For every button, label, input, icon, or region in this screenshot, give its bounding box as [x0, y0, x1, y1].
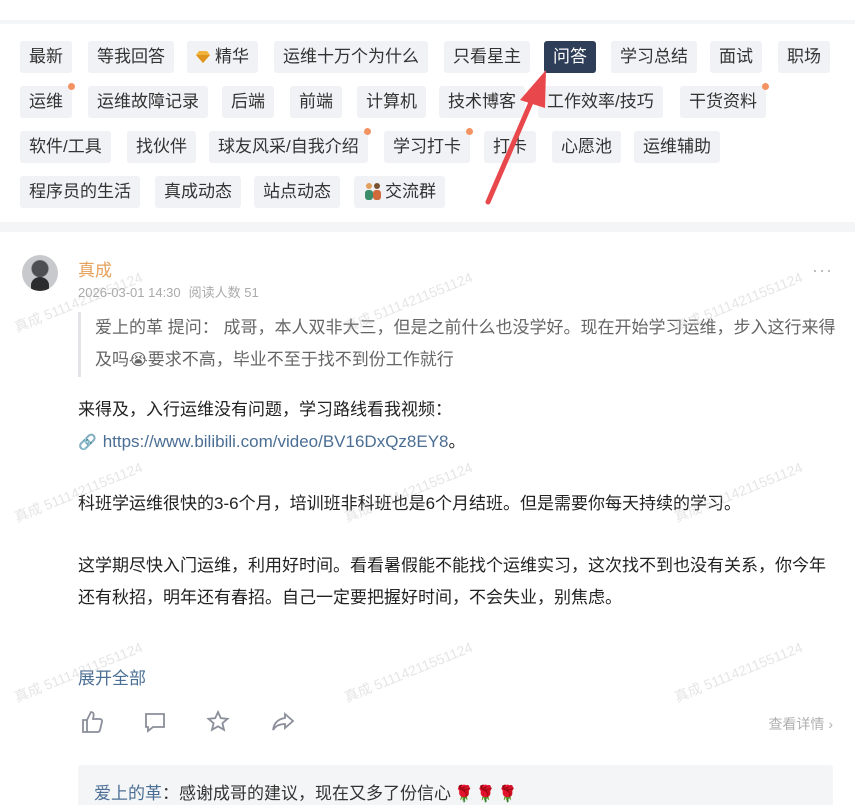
link-icon: 🔗: [78, 434, 97, 451]
tag-ops-assist[interactable]: 运维辅助: [634, 131, 720, 163]
chevron-right-icon: ›: [828, 716, 833, 732]
tag-wish-pool[interactable]: 心愿池: [552, 131, 621, 163]
top-strip: [0, 0, 855, 20]
question-text-end: 要求不高，毕业不至于找不到份工作就行: [147, 350, 454, 369]
tag-label: 精华: [215, 47, 249, 66]
author-name[interactable]: 真成: [78, 256, 112, 281]
comment-icon[interactable]: [141, 708, 169, 736]
answer-text: 来得及，入行运维没有问题，学习路线看我视频：: [78, 400, 452, 419]
tag-label: 工作效率/技巧: [547, 92, 654, 111]
tag-label: 干货资料: [689, 92, 757, 111]
tag-label: 学习总结: [620, 47, 688, 66]
tag-programmer-life[interactable]: 程序员的生活: [20, 176, 140, 208]
watermark: 真成 51114211551124: [341, 638, 475, 706]
tag-label: 打卡: [493, 137, 527, 156]
tag-label: 问答: [553, 47, 587, 66]
more-options-icon[interactable]: ···: [812, 260, 833, 281]
star-icon[interactable]: [204, 708, 232, 736]
tag-resources[interactable]: 干货资料: [680, 83, 769, 118]
reader-count: 阅读人数 51: [188, 285, 259, 300]
tag-label: 最新: [29, 47, 63, 66]
tag-label: 找伙伴: [136, 137, 187, 156]
tag-label: 球友风采/自我介绍: [218, 137, 359, 156]
tag-label: 技术博客: [448, 92, 516, 111]
share-icon[interactable]: [269, 708, 297, 736]
tag-owner-only[interactable]: 只看星主: [444, 41, 530, 73]
tag-interview[interactable]: 面试: [710, 41, 762, 73]
tag-site-news[interactable]: 站点动态: [254, 176, 340, 208]
watermark: 真成 51114211551124: [671, 638, 805, 706]
tag-label: 程序员的生活: [29, 182, 131, 201]
expand-all-link[interactable]: 展开全部: [78, 664, 146, 689]
tag-find-partner[interactable]: 找伙伴: [127, 131, 196, 163]
crying-emoji-icon: 😭: [129, 352, 148, 369]
tag-computer[interactable]: 计算机: [357, 86, 426, 118]
rose-emoji-icon: 🌹🌹🌹: [454, 786, 520, 803]
tag-study-checkin[interactable]: 学习打卡: [384, 128, 473, 163]
tag-label: 心愿池: [561, 137, 612, 156]
tag-label: 软件/工具: [29, 137, 102, 156]
tag-tech-blog[interactable]: 技术博客: [439, 86, 525, 118]
view-detail-link[interactable]: 查看详情 ›: [768, 714, 833, 734]
tag-incident-log[interactable]: 运维故障记录: [88, 86, 208, 118]
tag-workplace[interactable]: 职场: [778, 41, 830, 73]
tag-featured[interactable]: 精华: [187, 41, 258, 73]
post-meta: 2026-03-01 14:30 阅读人数 51: [78, 282, 259, 301]
tag-filter-panel: 最新 等我回答 精华 运维十万个为什么 只看星主 问答 学习总结 面试 职场 运…: [0, 24, 855, 222]
tag-label: 真成动态: [164, 182, 232, 201]
tag-latest[interactable]: 最新: [20, 41, 72, 73]
comment-separator: ：: [162, 784, 179, 803]
tag-label: 站点动态: [263, 182, 331, 201]
new-dot: [363, 128, 371, 135]
tag-label: 学习打卡: [393, 137, 461, 156]
tag-label: 面试: [719, 47, 753, 66]
new-dot: [68, 83, 75, 90]
tag-label: 计算机: [366, 92, 417, 111]
post-card: 真成 2026-03-01 14:30 阅读人数 51 ··· 爱上的革 提问： …: [0, 232, 855, 805]
post-date: 2026-03-01 14:30: [78, 285, 181, 300]
comment-text: 感谢成哥的建议，现在又多了份信心: [179, 784, 451, 803]
commenter-name[interactable]: 爱上的革: [94, 784, 162, 803]
gem-icon: [196, 51, 210, 63]
tag-label: 运维十万个为什么: [283, 47, 419, 66]
people-icon: [363, 177, 383, 209]
tag-label: 后端: [231, 92, 265, 111]
author-avatar[interactable]: [22, 255, 58, 291]
tag-self-intro[interactable]: 球友风采/自我介绍: [209, 128, 371, 163]
comment-preview[interactable]: 爱上的革：感谢成哥的建议，现在又多了份信心 🌹🌹🌹: [78, 765, 833, 805]
link-url: https://www.bilibili.com/video/BV16DxQz8…: [102, 432, 449, 451]
answer-paragraph-3: 这学期尽快入门运维，利用好时间。看看暑假能不能找个运维实习，这次找不到也没有关系…: [78, 556, 826, 607]
tag-software-tools[interactable]: 软件/工具: [20, 131, 111, 163]
tag-zhencheng-news[interactable]: 真成动态: [155, 176, 241, 208]
tag-backend[interactable]: 后端: [222, 86, 274, 118]
answer-paragraph-1: 来得及，入行运维没有问题，学习路线看我视频： 🔗 https://www.bili…: [78, 394, 838, 459]
video-link[interactable]: 🔗 https://www.bilibili.com/video/BV16DxQz…: [78, 432, 449, 451]
tag-label: 运维辅助: [643, 137, 711, 156]
tag-label: 只看星主: [453, 47, 521, 66]
tag-checkin[interactable]: 打卡: [484, 131, 536, 163]
tag-efficiency[interactable]: 工作效率/技巧: [538, 86, 663, 118]
tag-label: 前端: [299, 92, 333, 111]
like-icon[interactable]: [78, 708, 106, 736]
question-quote: 爱上的革 提问： 成哥，本人双非大三，但是之前什么也没学好。现在开始学习运维，步…: [78, 312, 838, 377]
tag-label: 运维故障记录: [97, 92, 199, 111]
new-dot: [762, 83, 769, 90]
tag-label: 等我回答: [97, 47, 165, 66]
tag-label: 交流群: [385, 182, 436, 201]
answer-paragraph-2: 科班学运维很快的3-6个月，培训班非科班也是6个月结班。但是需要你每天持续的学习…: [78, 494, 742, 513]
tag-label: 职场: [787, 47, 821, 66]
tag-qa[interactable]: 问答: [544, 41, 596, 73]
tag-ops[interactable]: 运维: [20, 83, 75, 118]
tag-label: 运维: [29, 92, 63, 111]
tag-frontend[interactable]: 前端: [290, 86, 342, 118]
tag-waiting-answer[interactable]: 等我回答: [88, 41, 174, 73]
answer-text-end: 。: [448, 432, 466, 451]
new-dot: [466, 128, 473, 135]
tag-chat-group[interactable]: 交流群: [354, 176, 445, 208]
tag-ops-faq[interactable]: 运维十万个为什么: [274, 41, 428, 73]
view-detail-label: 查看详情: [768, 716, 825, 732]
tag-study-summary[interactable]: 学习总结: [611, 41, 697, 73]
